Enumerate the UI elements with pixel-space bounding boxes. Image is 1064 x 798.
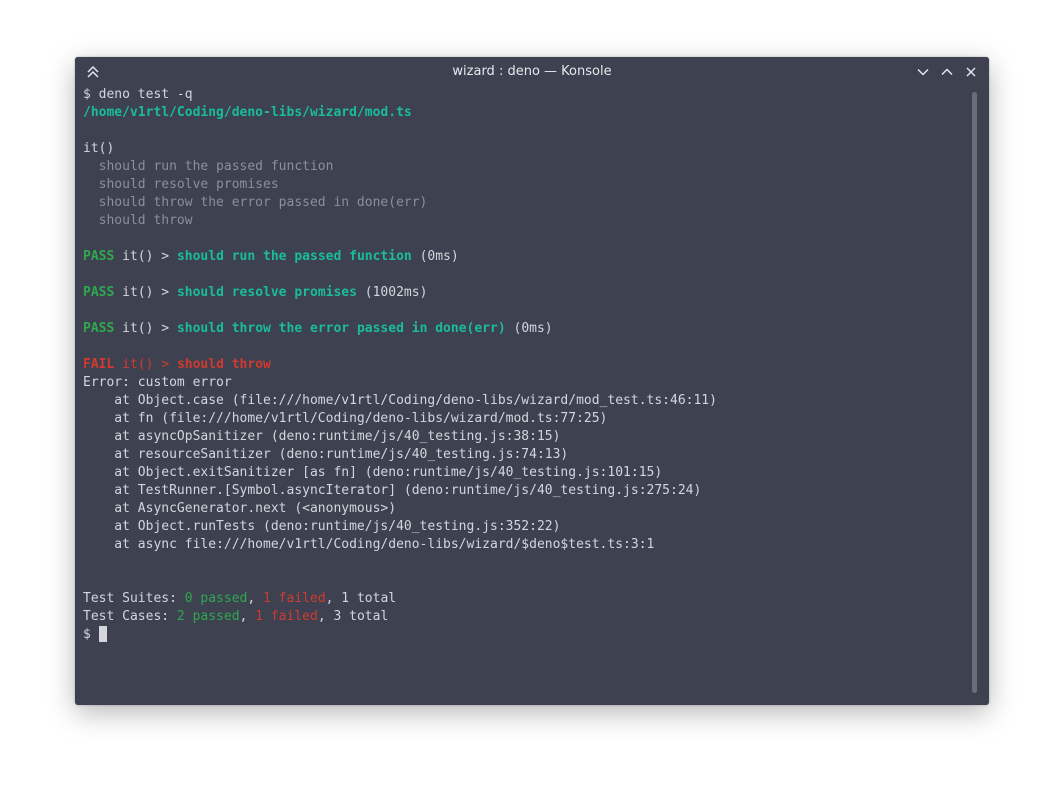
stack-frame: at AsyncGenerator.next (<anonymous>) — [83, 501, 397, 516]
stack-frame: at Object.runTests (deno:runtime/js/40_t… — [83, 519, 561, 534]
pass-badge: PASS — [83, 249, 115, 264]
error-message: Error: custom error — [83, 375, 232, 390]
cases-passed: 2 passed — [176, 609, 240, 624]
command-line: $ deno test -q — [83, 87, 193, 102]
suites-total: , 1 total — [325, 591, 397, 606]
cases-failed: 1 failed — [255, 609, 318, 624]
fail-name: should throw — [176, 357, 271, 372]
result-time: (0ms) — [505, 321, 553, 336]
suites-summary: Test Suites: 0 passed, 1 failed, 1 total — [83, 590, 396, 608]
cases-summary: Test Cases: 2 passed, 1 failed, 3 total — [83, 608, 388, 626]
stack-frame: at asyncOpSanitizer (deno:runtime/js/40_… — [83, 429, 561, 444]
pass-badge: PASS — [83, 285, 115, 300]
result-name: should run the passed function — [176, 249, 412, 264]
stack-frame: at async file:///home/v1rtl/Coding/deno-… — [83, 537, 655, 552]
stack-frame: at Object.exitSanitizer [as fn] (deno:ru… — [83, 465, 663, 480]
cases-total: , 3 total — [317, 609, 389, 624]
summary-separator: , — [239, 609, 256, 624]
test-result-line: PASS it() > should run the passed functi… — [83, 248, 459, 266]
title-bar[interactable]: wizard : deno — Konsole — [75, 57, 989, 86]
stack-frame: at fn (file:///home/v1rtl/Coding/deno-li… — [83, 411, 608, 426]
suite-name: it() — [83, 141, 115, 156]
terminal-area[interactable]: $ deno test -q /home/v1rtl/Coding/deno-l… — [75, 86, 989, 705]
stack-frame: at Object.case (file:///home/v1rtl/Codin… — [83, 393, 717, 408]
result-prefix: it() > — [114, 285, 177, 300]
suites-failed: 1 failed — [263, 591, 326, 606]
test-list-item: should throw — [83, 213, 193, 228]
close-icon — [964, 65, 978, 79]
result-prefix: it() > — [114, 321, 177, 336]
result-prefix: it() > — [114, 249, 177, 264]
test-list-item: should resolve promises — [83, 177, 279, 192]
close-button[interactable] — [962, 63, 980, 81]
result-name: should resolve promises — [176, 285, 357, 300]
text-cursor — [98, 625, 107, 642]
scrollbar[interactable] — [972, 92, 977, 693]
test-fail-line: FAIL it() > should throw — [83, 356, 271, 374]
final-prompt-line[interactable]: $ — [83, 625, 107, 644]
chevron-down-icon — [916, 65, 930, 79]
result-name: should throw the error passed in done(er… — [176, 321, 506, 336]
maximize-button[interactable] — [938, 63, 956, 81]
konsole-window: wizard : deno — Konsole $ deno test -q /… — [75, 57, 989, 705]
stack-frame: at TestRunner.[Symbol.asyncIterator] (de… — [83, 483, 702, 498]
suites-passed: 0 passed — [184, 591, 248, 606]
fail-badge: FAIL — [83, 357, 115, 372]
test-result-line: PASS it() > should resolve promises (100… — [83, 284, 427, 302]
test-list-item: should throw the error passed in done(er… — [83, 195, 428, 210]
window-title: wizard : deno — Konsole — [452, 64, 612, 79]
chevron-up-icon — [940, 65, 954, 79]
minimize-button[interactable] — [914, 63, 932, 81]
result-time: (0ms) — [411, 249, 459, 264]
cases-label: Test Cases: — [83, 609, 177, 624]
suites-label: Test Suites: — [83, 591, 185, 606]
fail-prefix: it() > — [114, 357, 177, 372]
test-file-path: /home/v1rtl/Coding/deno-libs/wizard/mod.… — [83, 105, 412, 120]
summary-separator: , — [247, 591, 264, 606]
test-result-line: PASS it() > should throw the error passe… — [83, 320, 553, 338]
test-list-item: should run the passed function — [83, 159, 334, 174]
stack-frame: at resourceSanitizer (deno:runtime/js/40… — [83, 447, 569, 462]
result-time: (1002ms) — [356, 285, 428, 300]
final-prompt: $ — [83, 627, 99, 642]
pass-badge: PASS — [83, 321, 115, 336]
